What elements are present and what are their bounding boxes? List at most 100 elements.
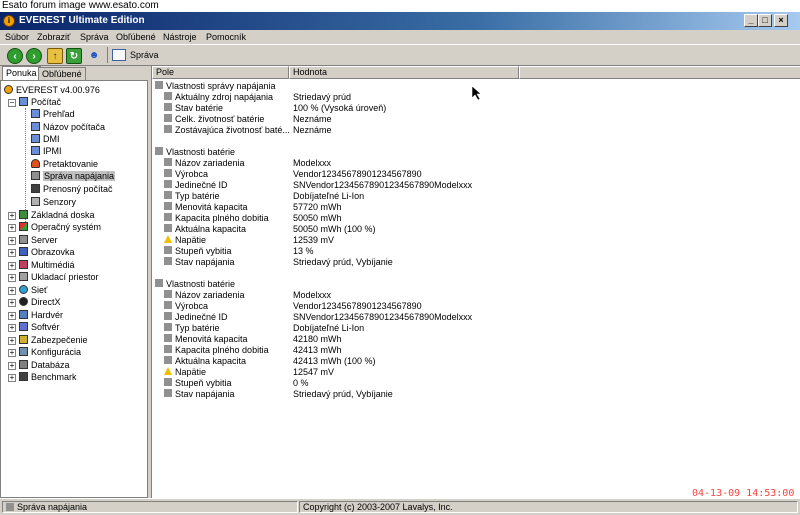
expand-toggle[interactable]: + (8, 337, 16, 345)
expand-toggle[interactable]: + (8, 224, 16, 232)
list-item[interactable]: Aktuálna kapacita (164, 356, 246, 367)
list-item[interactable]: Napätie (164, 367, 206, 378)
monitor-icon (19, 247, 28, 256)
tree-item-overview[interactable]: Prehľad (31, 108, 75, 120)
list-item[interactable]: Menovitá kapacita (164, 334, 248, 345)
menu-view[interactable]: Zobraziť (37, 31, 70, 43)
expand-toggle[interactable]: + (8, 212, 16, 220)
tree-item-network[interactable]: Sieť (19, 284, 47, 296)
report-button-label[interactable]: Správa (130, 49, 159, 61)
list-item-value: 50050 mWh (100 %) (293, 224, 376, 234)
close-button[interactable]: × (774, 14, 788, 27)
list-item[interactable]: Jedinečné ID (164, 180, 228, 191)
navigation-tree[interactable]: EVEREST v4.00.976 − Počítač Prehľad Názo… (0, 80, 148, 498)
list-item[interactable]: Stupeň vybitia (164, 246, 232, 257)
column-header-value[interactable]: Hodnota (289, 66, 519, 79)
collapse-toggle[interactable]: − (8, 99, 16, 107)
list-item[interactable]: Názov zariadenia (164, 158, 245, 169)
menu-report[interactable]: Správa (80, 31, 109, 43)
tree-item-computer[interactable]: Počítač (19, 96, 61, 108)
app-icon[interactable]: i (3, 15, 15, 27)
maximize-button[interactable]: □ (758, 14, 772, 27)
list-item[interactable]: Jedinečné ID (164, 312, 228, 323)
list-item[interactable]: Stupeň vybitia (164, 378, 232, 389)
expand-toggle[interactable]: + (8, 374, 16, 382)
list-item-value: Modelxxx (293, 158, 332, 168)
expand-toggle[interactable]: + (8, 324, 16, 332)
computer-icon (31, 122, 40, 131)
tree-item-directx[interactable]: DirectX (19, 296, 61, 308)
tree-root[interactable]: EVEREST v4.00.976 (4, 84, 100, 96)
tree-item-hardware[interactable]: Hardvér (19, 309, 63, 321)
tree-item-overclock[interactable]: Pretaktovanie (31, 158, 98, 170)
expand-toggle[interactable]: + (8, 262, 16, 270)
tab-menu[interactable]: Ponuka (2, 66, 41, 80)
database-icon (19, 360, 28, 369)
list-item[interactable]: Stav napájania (164, 257, 235, 268)
power-plug-icon (31, 171, 40, 180)
list-item[interactable]: Aktuálny zdroj napájania (164, 92, 273, 103)
list-item[interactable]: Napätie (164, 235, 206, 246)
power-plug-icon (155, 147, 163, 155)
menu-tools[interactable]: Nástroje (163, 31, 197, 43)
tree-item-sensors[interactable]: Senzory (31, 196, 76, 208)
tree-item-software[interactable]: Softvér (19, 321, 60, 333)
sensor-icon (31, 197, 40, 206)
tree-item-laptop[interactable]: Prenosný počítač (31, 183, 113, 195)
tree-item-os[interactable]: Operačný systém (19, 221, 101, 233)
menu-help[interactable]: Pomocník (206, 31, 246, 43)
menu-favorites[interactable]: Obľúbené (116, 31, 156, 43)
menu-file[interactable]: Súbor (5, 31, 29, 43)
expand-toggle[interactable]: + (8, 312, 16, 320)
tree-item-computer-name[interactable]: Názov počítača (31, 121, 105, 133)
expand-toggle[interactable]: + (8, 362, 16, 370)
list-item-value: Dobíjateľné Li-Ion (293, 191, 365, 201)
expand-toggle[interactable]: + (8, 237, 16, 245)
report-icon[interactable] (112, 49, 126, 61)
details-list[interactable]: Pole Hodnota Vlastnosti správy napájania… (151, 66, 800, 498)
back-arrow-icon[interactable]: ‹ (7, 48, 23, 64)
expand-toggle[interactable]: + (8, 274, 16, 282)
flame-icon (31, 159, 40, 168)
tree-item-configuration[interactable]: Konfigurácia (19, 346, 81, 358)
minimize-button[interactable]: _ (744, 14, 758, 27)
tree-item-dmi[interactable]: DMI (31, 133, 60, 145)
list-item[interactable]: Kapacita plného dobitia (164, 213, 269, 224)
list-item[interactable]: Názov zariadenia (164, 290, 245, 301)
title-bar[interactable]: i EVEREST Ultimate Edition _ □ × (0, 12, 800, 30)
list-item[interactable]: Aktuálna kapacita (164, 224, 246, 235)
tree-item-database[interactable]: Databáza (19, 359, 70, 371)
up-folder-icon[interactable]: ↑ (47, 48, 63, 64)
refresh-icon[interactable]: ↻ (66, 48, 82, 64)
tree-item-storage[interactable]: Ukladací priestor (19, 271, 99, 283)
forward-arrow-icon[interactable]: › (26, 48, 42, 64)
list-item[interactable]: Typ batérie (164, 191, 220, 202)
list-item[interactable]: Menovitá kapacita (164, 202, 248, 213)
tab-favorites[interactable]: Obľúbené (38, 67, 86, 80)
tree-item-security[interactable]: Zabezpečenie (19, 334, 88, 346)
tree-item-display[interactable]: Obrazovka (19, 246, 75, 258)
tree-item-motherboard[interactable]: Základná doska (19, 209, 95, 221)
tree-item-power-management[interactable]: Správa napájania (31, 170, 116, 182)
list-item[interactable]: Výrobca (164, 169, 208, 180)
expand-toggle[interactable]: + (8, 287, 16, 295)
list-item[interactable]: Stav batérie (164, 103, 223, 114)
expand-toggle[interactable]: + (8, 349, 16, 357)
expand-toggle[interactable]: + (8, 249, 16, 257)
tree-item-server[interactable]: Server (19, 234, 58, 246)
list-item[interactable]: Celk. životnosť batérie (164, 114, 264, 125)
list-item[interactable]: Stav napájania (164, 389, 235, 400)
list-item-value: 57720 mWh (293, 202, 342, 212)
list-item-value: Vendor12345678901234567890 (293, 301, 422, 311)
list-item[interactable]: Typ batérie (164, 323, 220, 334)
tree-item-multimedia[interactable]: Multimédiá (19, 259, 75, 271)
list-item[interactable]: Zostávajúca životnosť baté... (164, 125, 290, 136)
list-item[interactable]: Kapacita plného dobitia (164, 345, 269, 356)
expand-toggle[interactable]: + (8, 299, 16, 307)
column-header-field[interactable]: Pole (152, 66, 289, 79)
users-icon[interactable]: ☻ (86, 48, 102, 64)
tree-item-ipmi[interactable]: IPMI (31, 145, 62, 157)
power-plug-icon (164, 224, 172, 232)
list-item[interactable]: Výrobca (164, 301, 208, 312)
tree-item-benchmark[interactable]: Benchmark (19, 371, 77, 383)
